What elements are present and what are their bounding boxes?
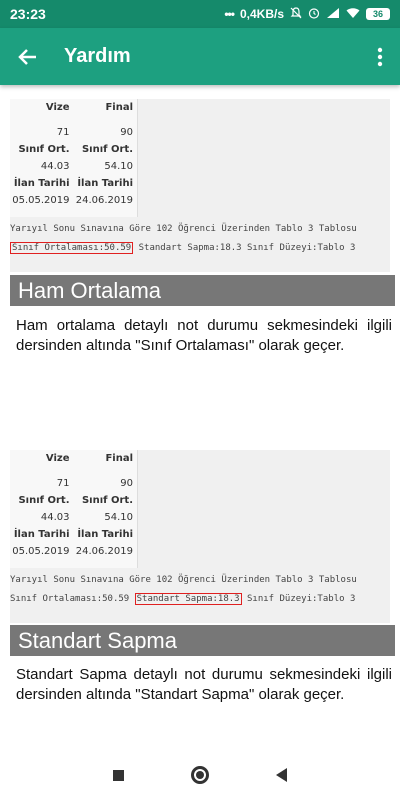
clock: 23:23 [10,6,46,22]
page-title: Yardım [64,45,131,67]
highlight-box: Standart Sapma:18.3 [134,593,242,605]
signal-icon [326,7,340,22]
section-header: Standart Sapma [10,625,395,656]
section-description: Ham ortalama detaylı not durumu sekmesin… [16,317,392,354]
example-screenshot: Vize Final 71 90 Sınıf Ort. Sınıf Ort. 44.0… [10,99,390,272]
back-button[interactable] [0,28,56,85]
circle-icon[interactable] [190,766,209,784]
mute-bell-icon [290,6,302,22]
example-screenshot: Vize Final 71 90 Sınıf Ort. Sınıf Ort. 44.0… [10,450,390,623]
system-nav-bar [0,750,400,800]
summary-line: Yarıyıl Sonu Sınavına Göre 102 Öğrenci Ü… [10,224,357,234]
summary-line: Yarıyıl Sonu Sınavına Göre 102 Öğrenci Ü… [10,575,357,585]
arrow-back-icon [18,48,36,65]
square-icon[interactable] [113,769,125,781]
summary-line-stats: Sınıf Ortalaması:50.59 Standart Sapma:18… [10,593,356,605]
section-header: Ham Ortalama [10,275,395,306]
battery-icon: 36 [366,8,390,20]
network-speed: 0,4KB/s [239,7,284,21]
grade-table: Vize Final 71 90 Sınıf Ort. Sınıf Ort. 44.0… [10,450,138,568]
help-content[interactable]: Vize Final 71 90 Sınıf Ort. Sınıf Ort. 44.0… [0,85,400,750]
overflow-menu-button[interactable] [360,28,400,85]
app-bar: Yardım [0,28,400,85]
grade-table: Vize Final 71 90 Sınıf Ort. Sınıf Ort. 44.0… [10,99,138,217]
triangle-back-icon[interactable] [275,768,287,782]
notification-dots-icon: ••• [224,7,235,21]
highlight-box: Sınıf Ortalaması:50.59 [10,242,134,254]
status-bar: 23:23 ••• 0,4KB/s 36 [0,0,400,28]
summary-line-stats: Sınıf Ortalaması:50.59 Standart Sapma:18… [10,242,356,254]
section-description: Standart Sapma detaylı not durumu sekmes… [16,666,392,703]
alarm-icon [308,7,320,22]
more-vert-icon [377,47,383,66]
wifi-icon [346,7,360,22]
